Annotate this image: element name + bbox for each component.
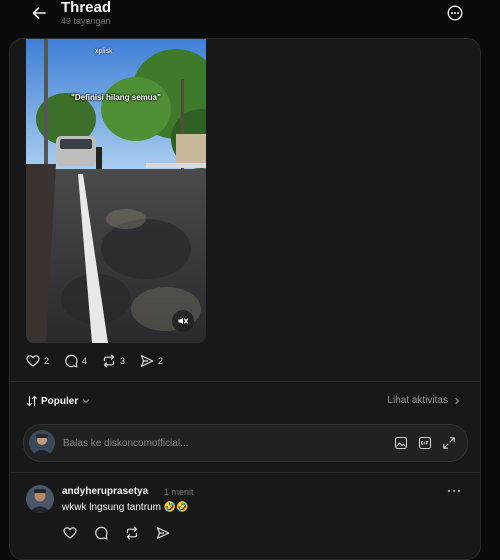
comment-text: wkwk lngsung tantrum 🤣🤣 (62, 502, 189, 513)
more-options-button[interactable] (445, 3, 465, 23)
video-frame-image (26, 39, 206, 343)
more-dots-icon (447, 489, 461, 493)
thread-card: xplisk "Definisi hilang semua" 2 4 3 2 P… (9, 38, 481, 560)
comment-actions (62, 525, 186, 541)
reply-composer[interactable] (23, 424, 468, 462)
attach-image-button[interactable] (393, 435, 409, 451)
comment-timestamp: 1 menit (164, 487, 194, 497)
like-count: 2 (44, 356, 50, 366)
more-circle-icon (447, 5, 463, 21)
gif-icon (418, 436, 432, 450)
repost-icon (103, 354, 115, 368)
repost-icon (126, 526, 138, 540)
avatar-image (26, 485, 54, 513)
repost-button[interactable]: 3 (102, 354, 125, 368)
divider (10, 472, 480, 473)
comment-button[interactable]: 4 (64, 354, 87, 368)
expand-icon (443, 437, 455, 449)
thread-header: Thread 49 tayangan (0, 0, 500, 38)
comment-like-button[interactable] (62, 525, 78, 541)
comment-count: 4 (82, 356, 88, 366)
like-button[interactable]: 2 (26, 354, 49, 368)
sort-label: Populer (41, 395, 79, 407)
reply-input[interactable] (63, 434, 343, 452)
attach-gif-button[interactable] (417, 435, 433, 451)
view-activity-link[interactable]: Lihat aktivitas (387, 395, 462, 406)
expand-composer-button[interactable] (441, 435, 457, 451)
video-watermark: xplisk (95, 48, 113, 55)
comment-share-button[interactable] (155, 525, 171, 541)
share-button[interactable]: 2 (140, 354, 163, 368)
sort-arrows-icon (26, 395, 38, 407)
divider (10, 381, 480, 382)
avatar (29, 430, 55, 456)
comment-icon (65, 354, 78, 368)
send-icon (156, 527, 170, 539)
comment-icon (95, 526, 108, 540)
chevron-down-icon (83, 399, 90, 404)
mute-button[interactable] (172, 310, 194, 332)
speaker-muted-icon (178, 317, 189, 325)
back-button[interactable] (28, 2, 50, 24)
comment-repost-button[interactable] (124, 525, 140, 541)
comment-username[interactable]: andyheruprasetya (62, 486, 148, 497)
comment-avatar[interactable] (26, 485, 54, 513)
comment-more-button[interactable] (446, 485, 462, 497)
repost-count: 3 (120, 356, 126, 366)
arrow-left-icon (32, 7, 46, 19)
image-icon (394, 436, 408, 450)
video-caption: "Definisi hilang semua" (71, 93, 161, 102)
share-count: 2 (158, 356, 164, 366)
heart-icon (26, 355, 40, 367)
sort-dropdown[interactable]: Populer (26, 395, 91, 407)
view-count: 49 tayangan (61, 16, 111, 26)
post-actions: 2 4 3 2 (26, 352, 178, 370)
comment-reply-button[interactable] (93, 525, 109, 541)
chevron-right-icon (455, 397, 460, 404)
view-activity-label: Lihat aktivitas (387, 395, 448, 406)
page-title: Thread (61, 0, 112, 16)
post-video[interactable]: xplisk "Definisi hilang semua" (26, 39, 206, 343)
send-icon (140, 355, 154, 367)
heart-icon (63, 527, 77, 539)
avatar-image (29, 430, 55, 456)
